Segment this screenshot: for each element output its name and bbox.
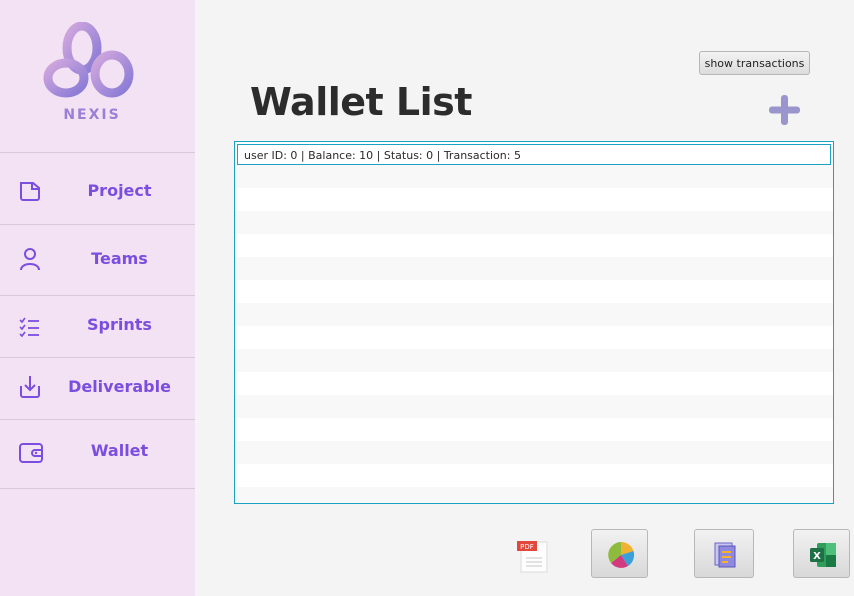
sidebar-item-label: Wallet [90, 441, 149, 460]
sidebar-item-label: Sprints [87, 315, 152, 334]
pie-chart-icon [608, 541, 635, 568]
excel-export-button[interactable]: X [793, 529, 850, 578]
list-item-empty [235, 326, 833, 349]
list-item-text: user ID: 0 | Balance: 10 | Status: 0 | T… [244, 149, 521, 162]
folder-icon [20, 182, 40, 201]
list-item-empty [235, 211, 833, 234]
page-title: Wallet List [250, 80, 472, 124]
sidebar-item-label: Project [87, 181, 152, 200]
document-icon [714, 542, 736, 568]
sidebar-item-sprints[interactable]: Sprints [0, 295, 195, 357]
list-item-empty [235, 418, 833, 441]
list-item-empty [235, 280, 833, 303]
plus-icon[interactable] [768, 94, 801, 126]
list-item-empty [235, 487, 833, 503]
user-icon [20, 248, 40, 271]
list-item-empty [235, 372, 833, 395]
sidebar-item-label: Deliverable [68, 377, 171, 396]
list-item-empty [235, 303, 833, 326]
list-item-empty [235, 188, 833, 211]
sidebar: NEXIS Project Teams Sprints Deliverable … [0, 0, 195, 596]
list-item-empty [235, 165, 833, 188]
sidebar-item-deliverable[interactable]: Deliverable [0, 357, 195, 419]
list-item-empty [235, 234, 833, 257]
list-item-empty [235, 441, 833, 464]
sidebar-item-wallet[interactable]: Wallet [0, 419, 195, 489]
pdf-icon: PDF [517, 541, 548, 573]
sidebar-item-project[interactable]: Project [0, 152, 195, 224]
wallet-icon [19, 443, 43, 463]
wallet-list[interactable]: user ID: 0 | Balance: 10 | Status: 0 | T… [234, 141, 834, 504]
excel-icon: X [810, 543, 836, 567]
list-item-empty [235, 395, 833, 418]
pdf-export-button[interactable]: PDF [516, 538, 550, 574]
sidebar-item-teams[interactable]: Teams [0, 224, 195, 295]
list-item[interactable]: user ID: 0 | Balance: 10 | Status: 0 | T… [237, 144, 831, 165]
list-item-empty [235, 349, 833, 372]
report-button[interactable] [694, 529, 754, 578]
brand-logo: NEXIS [42, 21, 142, 132]
sidebar-nav: Project Teams Sprints Deliverable Wallet [0, 152, 195, 489]
logo-knot-icon [43, 21, 134, 98]
sidebar-item-label: Teams [91, 249, 148, 268]
excel-badge: X [813, 551, 821, 562]
list-item-empty [235, 464, 833, 487]
show-transactions-button[interactable]: show transactions [699, 51, 810, 75]
brand-name: NEXIS [63, 107, 121, 123]
statistics-button[interactable] [591, 529, 648, 578]
download-tray-icon [20, 376, 40, 398]
pdf-badge: PDF [520, 543, 534, 551]
list-item-empty [235, 257, 833, 280]
checklist-icon [19, 317, 39, 338]
